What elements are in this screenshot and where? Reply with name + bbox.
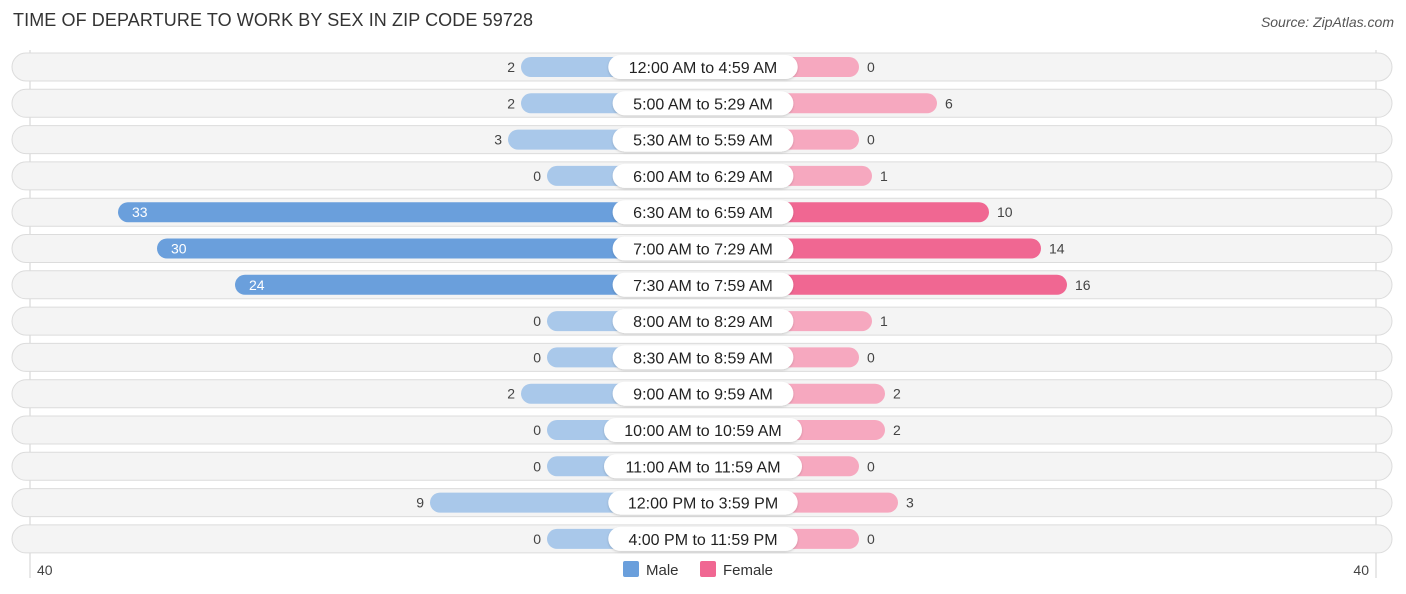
male-value-label: 30 (171, 241, 187, 257)
female-value-label: 0 (867, 132, 875, 148)
male-value-label: 2 (507, 59, 515, 75)
male-value-label: 33 (132, 204, 148, 220)
category-label: 7:00 AM to 7:29 AM (633, 242, 773, 259)
male-value-label: 0 (533, 349, 541, 365)
category-label: 6:30 AM to 6:59 AM (633, 205, 773, 222)
female-value-label: 6 (945, 95, 953, 111)
category-label: 10:00 AM to 10:59 AM (624, 423, 781, 440)
category-label: 6:00 AM to 6:29 AM (633, 169, 773, 186)
category-label: 5:30 AM to 5:59 AM (633, 133, 773, 150)
male-value-label: 0 (533, 168, 541, 184)
male-value-label: 3 (494, 132, 502, 148)
category-label: 12:00 AM to 4:59 AM (629, 60, 778, 77)
male-value-label: 24 (249, 277, 265, 293)
female-value-label: 2 (893, 422, 901, 438)
legend-label-female: Female (723, 562, 773, 579)
male-value-label: 2 (507, 386, 515, 402)
axis-label-right: 40 (1353, 562, 1369, 578)
female-value-label: 0 (867, 458, 875, 474)
male-value-label: 0 (533, 422, 541, 438)
category-label: 8:00 AM to 8:29 AM (633, 314, 773, 331)
female-value-label: 14 (1049, 241, 1065, 257)
male-value-label: 9 (416, 495, 424, 511)
legend-swatch-female (700, 561, 716, 577)
axis-label-left: 40 (37, 562, 53, 578)
legend-swatch-male (623, 561, 639, 577)
female-value-label: 16 (1075, 277, 1091, 293)
female-value-label: 1 (880, 313, 888, 329)
female-value-label: 1 (880, 168, 888, 184)
female-value-label: 10 (997, 204, 1013, 220)
male-value-label: 2 (507, 95, 515, 111)
female-value-label: 0 (867, 59, 875, 75)
category-label: 9:00 AM to 9:59 AM (633, 387, 773, 404)
male-value-label: 0 (533, 313, 541, 329)
legend-label-male: Male (646, 562, 679, 579)
female-value-label: 2 (893, 386, 901, 402)
category-label: 8:30 AM to 8:59 AM (633, 350, 773, 367)
category-label: 5:00 AM to 5:29 AM (633, 96, 773, 113)
female-value-label: 3 (906, 495, 914, 511)
female-value-label: 0 (867, 349, 875, 365)
male-value-label: 0 (533, 531, 541, 547)
category-label: 7:30 AM to 7:59 AM (633, 278, 773, 295)
chart-area: 2 0 12:00 AM to 4:59 AM 2 6 5:00 AM to 5:29 A… (11, 50, 1393, 579)
female-value-label: 0 (867, 531, 875, 547)
male-value-label: 0 (533, 458, 541, 474)
category-label: 4:00 PM to 11:59 PM (628, 532, 777, 549)
category-label: 11:00 AM to 11:59 AM (625, 459, 780, 476)
category-label: 12:00 PM to 3:59 PM (628, 496, 778, 513)
